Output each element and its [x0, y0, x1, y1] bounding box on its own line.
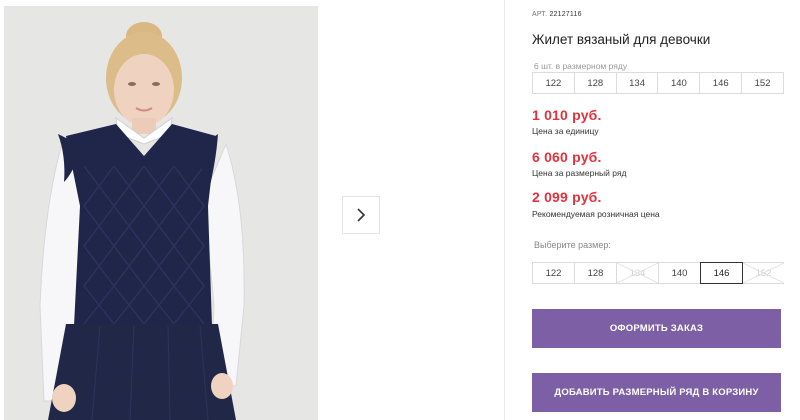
unit-price: 1 010 руб.: [532, 107, 602, 123]
size-row-cell: 152: [754, 77, 771, 89]
article-label: АРТ.: [532, 11, 548, 18]
size-row-caption: 6 шт. в размерном ряду: [534, 61, 628, 71]
size-row-cell: 122: [533, 73, 575, 93]
size-option-label: 122: [545, 267, 562, 279]
unit-price-label: Цена за единицу: [532, 126, 599, 136]
row-price-label: Цена за размерный ряд: [532, 168, 627, 178]
size-option-label: 146: [713, 267, 730, 279]
panel-divider: [504, 0, 505, 420]
unavailable-cross-icon: [617, 263, 658, 283]
size-option-152: 152: [742, 262, 784, 284]
article-value: 22127116: [549, 11, 582, 18]
size-option-134: 134: [616, 262, 659, 284]
product-gallery: [0, 0, 505, 420]
size-option-label: 140: [671, 267, 688, 279]
order-button[interactable]: ОФОРМИТЬ ЗАКАЗ: [532, 309, 781, 348]
size-row-cell: 140: [658, 73, 701, 93]
chevron-right-icon: [357, 208, 366, 222]
unavailable-cross-icon: [743, 263, 784, 283]
gallery-next-button[interactable]: [342, 196, 380, 234]
product-photo: [4, 6, 318, 420]
size-option-146[interactable]: 146: [700, 262, 743, 284]
size-picker: 122 128 134 140 146 152: [532, 262, 784, 284]
size-option-140[interactable]: 140: [658, 262, 701, 284]
retail-price-label: Рекомендуемая розничная цена: [532, 209, 660, 219]
size-picker-label: Выберите размер:: [534, 240, 611, 250]
size-row-table: 122 128 134 140 146 152: [532, 72, 784, 94]
size-option-label: 128: [587, 267, 604, 279]
row-price: 6 060 руб.: [532, 149, 602, 165]
article-number: АРТ. 22127116: [532, 11, 582, 18]
retail-price: 2 099 руб.: [532, 189, 602, 205]
product-title: Жилет вязаный для девочки: [532, 32, 711, 47]
size-row-cell: 134: [617, 73, 659, 93]
size-option-122[interactable]: 122: [532, 262, 575, 284]
add-row-to-cart-button[interactable]: ДОБАВИТЬ РАЗМЕРНЫЙ РЯД В КОРЗИНУ: [532, 373, 781, 412]
product-photo-illustration: [4, 6, 318, 420]
size-option-128[interactable]: 128: [574, 262, 617, 284]
size-row-cell: 146: [700, 73, 743, 93]
size-row-cell: 128: [575, 73, 617, 93]
